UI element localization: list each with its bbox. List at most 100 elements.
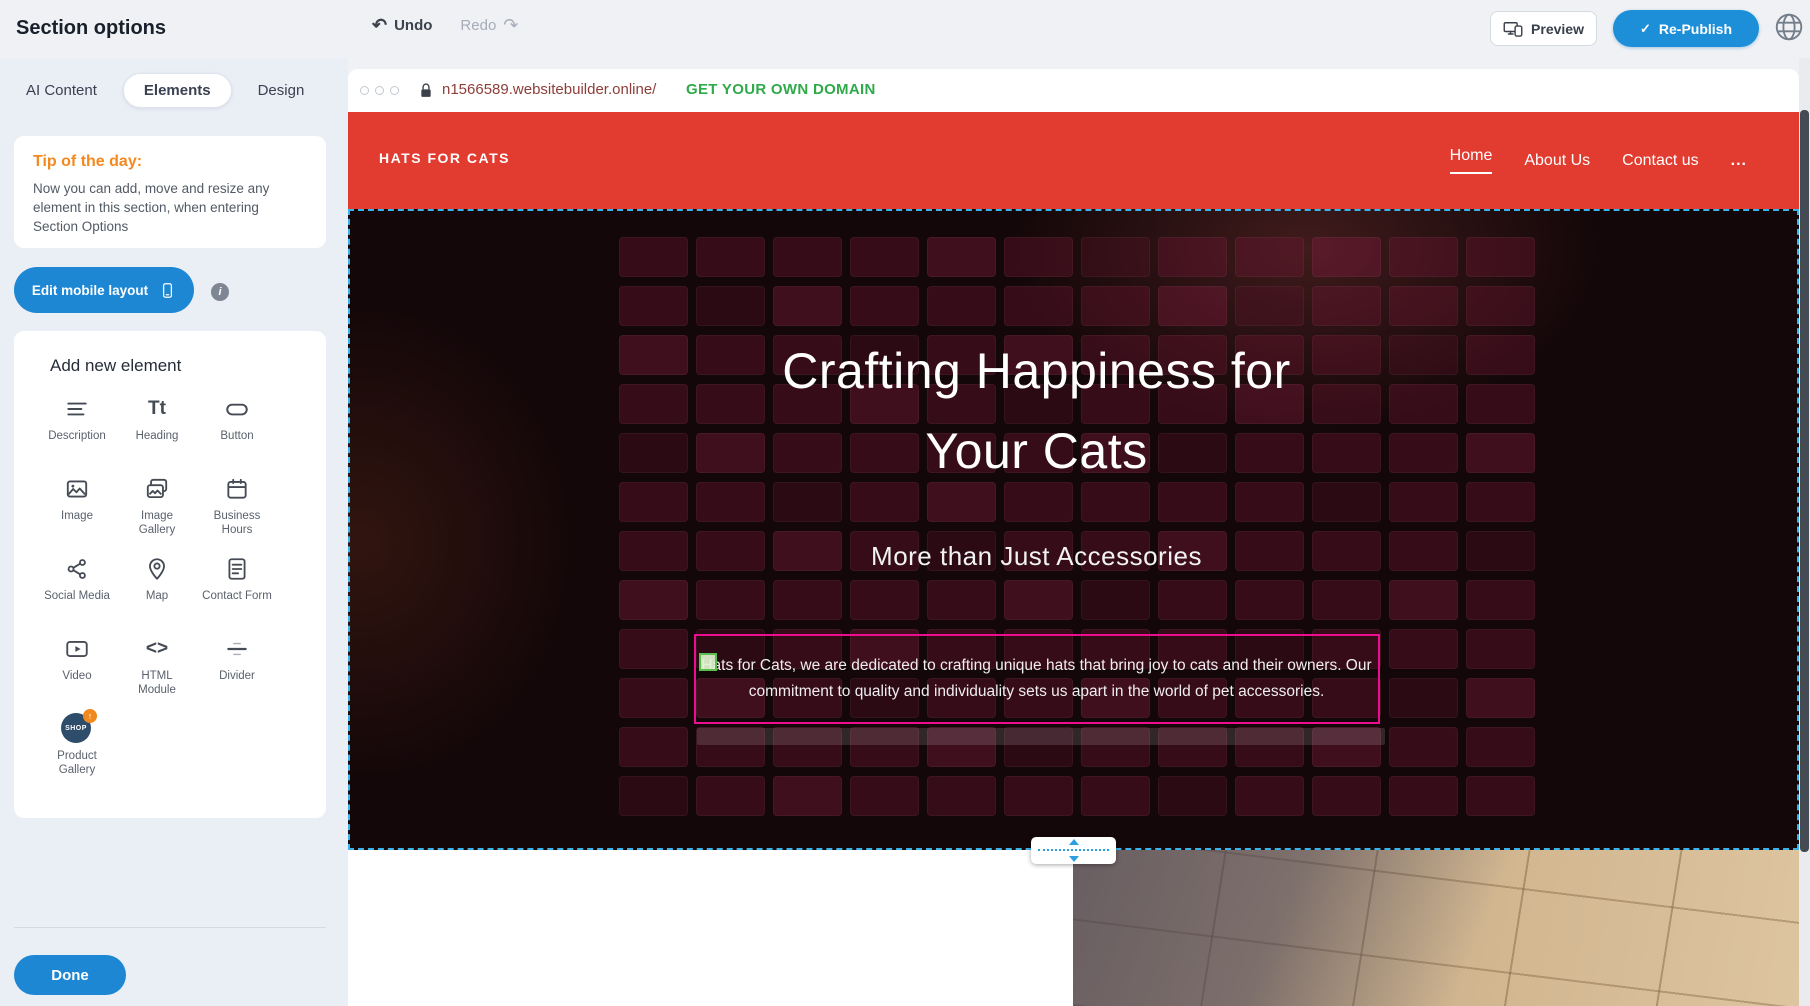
nav-item-about-us[interactable]: About Us bbox=[1524, 152, 1590, 170]
tab-ai-content[interactable]: AI Content bbox=[26, 82, 97, 99]
arrow-up-icon bbox=[1069, 839, 1079, 845]
edit-mobile-layout-button[interactable]: Edit mobile layout bbox=[14, 267, 194, 313]
undo-button[interactable]: ↶ Undo bbox=[372, 16, 432, 34]
preview-button[interactable]: Preview bbox=[1490, 11, 1597, 46]
check-icon: ✓ bbox=[1640, 21, 1651, 37]
image-icon bbox=[64, 473, 90, 505]
element-label: Button bbox=[220, 429, 253, 443]
map-pin-icon bbox=[144, 553, 170, 585]
add-element-panel: Add new element Description Tt Heading bbox=[14, 331, 326, 818]
element-label: Image bbox=[61, 509, 93, 523]
element-heading[interactable]: Tt Heading bbox=[117, 393, 197, 473]
button-shape-icon bbox=[224, 393, 250, 425]
undo-redo-group: ↶ Undo Redo ↷ bbox=[372, 16, 518, 34]
add-element-title: Add new element bbox=[50, 356, 181, 376]
scrollbar-thumb[interactable] bbox=[1800, 110, 1809, 852]
devices-preview-icon bbox=[1503, 19, 1523, 39]
undo-label: Undo bbox=[394, 17, 432, 34]
calendar-icon bbox=[224, 473, 250, 505]
element-image[interactable]: Image bbox=[37, 473, 117, 553]
republish-label: Re-Publish bbox=[1659, 21, 1732, 37]
element-label: Contact Form bbox=[202, 589, 272, 603]
republish-button[interactable]: ✓ Re-Publish bbox=[1613, 10, 1759, 47]
heading-tt-icon: Tt bbox=[148, 393, 166, 425]
element-label: Divider bbox=[219, 669, 255, 683]
window-control-dot bbox=[390, 86, 399, 95]
description-lines-icon bbox=[64, 393, 90, 425]
element-label: Description bbox=[48, 429, 106, 443]
element-contact-form[interactable]: Contact Form bbox=[197, 553, 277, 633]
element-social-media[interactable]: Social Media bbox=[37, 553, 117, 633]
element-divider[interactable]: Divider bbox=[197, 633, 277, 713]
element-description[interactable]: Description bbox=[37, 393, 117, 473]
section-resize-drag-handle[interactable] bbox=[1031, 837, 1116, 864]
tab-design[interactable]: Design bbox=[258, 82, 305, 99]
site-preview-window: n1566589.websitebuilder.online/ GET YOUR… bbox=[348, 69, 1799, 1006]
element-business-hours[interactable]: Business Hours bbox=[197, 473, 277, 553]
element-button[interactable]: Button bbox=[197, 393, 277, 473]
tab-elements[interactable]: Elements bbox=[123, 73, 232, 108]
phone-icon bbox=[159, 281, 176, 300]
page-title: Section options bbox=[16, 17, 166, 40]
redo-label: Redo bbox=[460, 17, 496, 34]
shop-upgrade-badge-icon: ↑ bbox=[83, 709, 97, 723]
element-label: Heading bbox=[136, 429, 179, 443]
tip-title: Tip of the day: bbox=[33, 153, 307, 171]
video-play-icon bbox=[64, 633, 90, 665]
element-label: Social Media bbox=[44, 589, 110, 603]
hero-paragraph: Hats for Cats, we are dedicated to craft… bbox=[696, 653, 1378, 706]
done-button[interactable]: Done bbox=[14, 955, 126, 995]
hero-heading[interactable]: Crafting Happiness for Your Cats bbox=[727, 331, 1347, 491]
arrow-down-icon bbox=[1069, 856, 1079, 862]
element-label: Product Gallery bbox=[42, 749, 112, 778]
undo-icon: ↶ bbox=[372, 16, 387, 34]
resize-handle-green[interactable] bbox=[699, 653, 717, 671]
element-label: Business Hours bbox=[202, 509, 272, 538]
tip-of-the-day-card: Tip of the day: Now you can add, move an… bbox=[14, 136, 326, 248]
image-gallery-icon bbox=[144, 473, 170, 505]
get-your-own-domain-link[interactable]: GET YOUR OWN DOMAIN bbox=[686, 81, 876, 98]
shop-icon: SHOP ↑ bbox=[61, 713, 93, 745]
language-globe-icon[interactable] bbox=[1770, 8, 1808, 46]
sidebar-tabs: AI Content Elements Design bbox=[26, 72, 304, 108]
nav-item-home[interactable]: Home bbox=[1450, 147, 1493, 174]
element-shadow-bar bbox=[697, 728, 1385, 745]
form-icon bbox=[224, 553, 250, 585]
hero-subheading[interactable]: More than Just Accessories bbox=[348, 541, 1725, 572]
element-map[interactable]: Map bbox=[117, 553, 197, 633]
pavement-photo bbox=[1073, 850, 1799, 1006]
window-control-dot bbox=[375, 86, 384, 95]
redo-icon: ↷ bbox=[503, 16, 518, 34]
info-icon[interactable]: i bbox=[211, 283, 229, 301]
nav-more-menu[interactable]: ... bbox=[1731, 152, 1747, 170]
element-label: Image Gallery bbox=[122, 509, 192, 538]
redo-button[interactable]: Redo ↷ bbox=[460, 16, 518, 34]
element-label: Map bbox=[146, 589, 168, 603]
hero-section[interactable]: Crafting Happiness for Your Cats More th… bbox=[348, 209, 1799, 850]
edit-mobile-label: Edit mobile layout bbox=[32, 283, 148, 298]
site-logo[interactable]: HATS FOR CATS bbox=[379, 150, 510, 166]
sidebar: AI Content Elements Design Tip of the da… bbox=[0, 58, 348, 1006]
share-icon bbox=[64, 553, 90, 585]
hero-content: Crafting Happiness for Your Cats More th… bbox=[348, 209, 1725, 850]
preview-label: Preview bbox=[1531, 21, 1584, 37]
selected-text-element[interactable]: Hats for Cats, we are dedicated to craft… bbox=[694, 634, 1380, 724]
next-section-area bbox=[348, 850, 1799, 1006]
sidebar-divider bbox=[14, 927, 326, 928]
tip-body: Now you can add, move and resize any ele… bbox=[33, 180, 307, 237]
code-brackets-icon: <> bbox=[146, 633, 168, 665]
browser-chrome-bar: n1566589.websitebuilder.online/ GET YOUR… bbox=[348, 69, 1799, 112]
element-html-module[interactable]: <> HTML Module bbox=[117, 633, 197, 713]
site-url-text: n1566589.websitebuilder.online/ bbox=[442, 81, 656, 98]
window-control-dot bbox=[360, 86, 369, 95]
element-image-gallery[interactable]: Image Gallery bbox=[117, 473, 197, 553]
site-nav: Home About Us Contact us ... bbox=[1450, 112, 1747, 209]
element-grid: Description Tt Heading Button bbox=[37, 393, 277, 793]
nav-item-contact-us[interactable]: Contact us bbox=[1622, 152, 1698, 170]
element-product-gallery[interactable]: SHOP ↑ Product Gallery bbox=[37, 713, 117, 793]
shop-icon-text: SHOP bbox=[65, 725, 87, 732]
element-video[interactable]: Video bbox=[37, 633, 117, 713]
divider-line-icon bbox=[224, 633, 250, 665]
lock-icon bbox=[419, 82, 433, 99]
site-header: HATS FOR CATS Home About Us Contact us .… bbox=[348, 112, 1799, 209]
